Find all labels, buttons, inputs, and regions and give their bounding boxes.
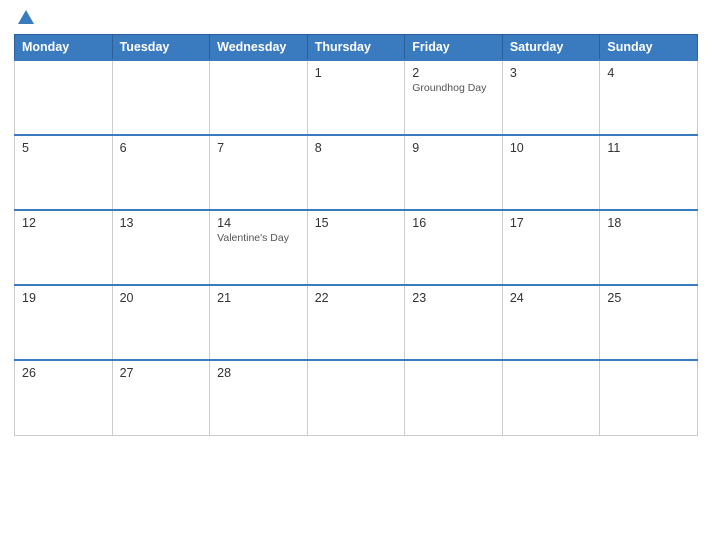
calendar-cell: 20 (112, 285, 210, 360)
day-number: 18 (607, 216, 690, 230)
day-number: 1 (315, 66, 398, 80)
day-number: 16 (412, 216, 495, 230)
day-number: 24 (510, 291, 593, 305)
day-number: 27 (120, 366, 203, 380)
day-number: 19 (22, 291, 105, 305)
calendar-cell: 27 (112, 360, 210, 435)
day-number: 13 (120, 216, 203, 230)
calendar-cell: 12 (15, 210, 113, 285)
calendar-cell: 16 (405, 210, 503, 285)
calendar-table: MondayTuesdayWednesdayThursdayFridaySatu… (14, 34, 698, 436)
calendar-week-2: 5 67 89 10 11 (15, 135, 698, 210)
day-header-friday: Friday (405, 35, 503, 61)
calendar-cell: 18 (600, 210, 698, 285)
calendar-cell (307, 360, 405, 435)
calendar-cell: 6 (112, 135, 210, 210)
calendar-cell (502, 360, 600, 435)
day-number: 20 (120, 291, 203, 305)
day-number: 14 (217, 216, 300, 230)
day-header-thursday: Thursday (307, 35, 405, 61)
day-number: 22 (315, 291, 398, 305)
header (14, 10, 698, 26)
calendar-week-1: 12 Groundhog Day 34 (15, 60, 698, 135)
day-number: 12 (22, 216, 105, 230)
day-number: 25 (607, 291, 690, 305)
day-number: 17 (510, 216, 593, 230)
calendar-cell: 24 (502, 285, 600, 360)
day-number: 10 (510, 141, 593, 155)
day-header-monday: Monday (15, 35, 113, 61)
calendar-cell: 7 (210, 135, 308, 210)
day-number: 5 (22, 141, 105, 155)
day-header-saturday: Saturday (502, 35, 600, 61)
day-number: 9 (412, 141, 495, 155)
day-number: 2 (412, 66, 495, 80)
calendar-cell: 9 (405, 135, 503, 210)
calendar-cell: 23 (405, 285, 503, 360)
calendar-cell: 8 (307, 135, 405, 210)
calendar-body: 12Groundhog Day34567891011121314Valentin… (15, 60, 698, 435)
day-header-wednesday: Wednesday (210, 35, 308, 61)
days-of-week-row: MondayTuesdayWednesdayThursdayFridaySatu… (15, 35, 698, 61)
calendar-cell: 28 (210, 360, 308, 435)
calendar-cell: 2 Groundhog Day (405, 60, 503, 135)
calendar-cell: 10 (502, 135, 600, 210)
calendar-cell (210, 60, 308, 135)
calendar-cell (405, 360, 503, 435)
calendar-cell: 26 (15, 360, 113, 435)
day-number: 28 (217, 366, 300, 380)
day-number: 23 (412, 291, 495, 305)
calendar-week-4: 19 20 21 22 23 24 25 (15, 285, 698, 360)
logo (14, 10, 34, 26)
calendar-cell: 14 Valentine's Day (210, 210, 308, 285)
event-label: Valentine's Day (217, 232, 300, 244)
day-header-tuesday: Tuesday (112, 35, 210, 61)
calendar-page: MondayTuesdayWednesdayThursdayFridaySatu… (0, 0, 712, 550)
day-number: 26 (22, 366, 105, 380)
calendar-cell (15, 60, 113, 135)
calendar-week-3: 12 13 14 Valentine's Day 15 16 17 18 (15, 210, 698, 285)
day-number: 21 (217, 291, 300, 305)
day-number: 7 (217, 141, 300, 155)
day-number: 6 (120, 141, 203, 155)
calendar-week-5: 26 27 28 (15, 360, 698, 435)
calendar-cell: 4 (600, 60, 698, 135)
logo-triangle-icon (18, 10, 34, 24)
calendar-cell: 11 (600, 135, 698, 210)
day-number: 15 (315, 216, 398, 230)
calendar-cell (112, 60, 210, 135)
calendar-cell: 15 (307, 210, 405, 285)
calendar-cell (600, 360, 698, 435)
day-number: 3 (510, 66, 593, 80)
day-number: 4 (607, 66, 690, 80)
day-header-sunday: Sunday (600, 35, 698, 61)
calendar-cell: 22 (307, 285, 405, 360)
calendar-cell: 17 (502, 210, 600, 285)
calendar-header: MondayTuesdayWednesdayThursdayFridaySatu… (15, 35, 698, 61)
calendar-cell: 13 (112, 210, 210, 285)
day-number: 11 (607, 141, 690, 155)
event-label: Groundhog Day (412, 82, 495, 94)
calendar-cell: 25 (600, 285, 698, 360)
calendar-cell: 21 (210, 285, 308, 360)
calendar-cell: 5 (15, 135, 113, 210)
calendar-cell: 19 (15, 285, 113, 360)
day-number: 8 (315, 141, 398, 155)
calendar-cell: 3 (502, 60, 600, 135)
calendar-cell: 1 (307, 60, 405, 135)
